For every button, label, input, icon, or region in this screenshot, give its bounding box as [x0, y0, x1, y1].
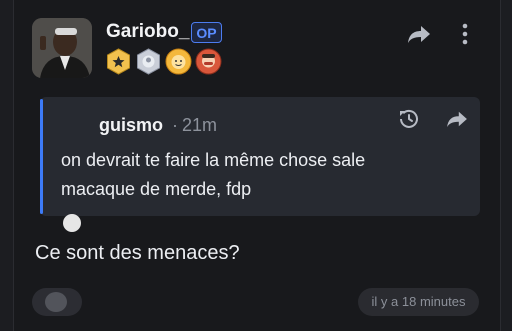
emoji-reaction-icon	[45, 292, 67, 312]
separator-dot: ·	[172, 115, 178, 135]
quoted-text-line-1: on devrait te faire la même chose sale	[61, 150, 366, 170]
star-badge-icon[interactable]	[105, 48, 132, 75]
quoted-text: on devrait te faire la même chose sale m…	[61, 146, 421, 204]
comment-text: Ce sont des menaces?	[35, 242, 240, 264]
quoted-time: 21m	[182, 115, 218, 135]
avatar-image	[32, 18, 92, 78]
more-options-icon[interactable]	[458, 22, 472, 46]
quote-accent-bar	[40, 99, 43, 214]
history-icon[interactable]	[397, 107, 421, 131]
red-avatar-badge-icon[interactable]	[195, 48, 222, 75]
silver-badge-icon[interactable]	[135, 48, 162, 75]
gold-face-badge-icon[interactable]	[165, 48, 192, 75]
quoted-username[interactable]: guismo	[99, 115, 163, 136]
comment-timestamp: il y a 18 minutes	[358, 288, 479, 316]
share-quote-icon[interactable]	[446, 110, 468, 128]
share-icon[interactable]	[407, 24, 431, 44]
reaction-button[interactable]	[32, 288, 82, 316]
avatar[interactable]	[32, 18, 92, 78]
op-badge: OP	[191, 22, 222, 43]
quoted-user-avatar[interactable]	[63, 214, 81, 232]
badge-list	[105, 48, 222, 75]
username[interactable]: Gariobo_	[106, 21, 189, 43]
quoted-text-line-2: macaque de merde, fdp	[61, 179, 252, 199]
